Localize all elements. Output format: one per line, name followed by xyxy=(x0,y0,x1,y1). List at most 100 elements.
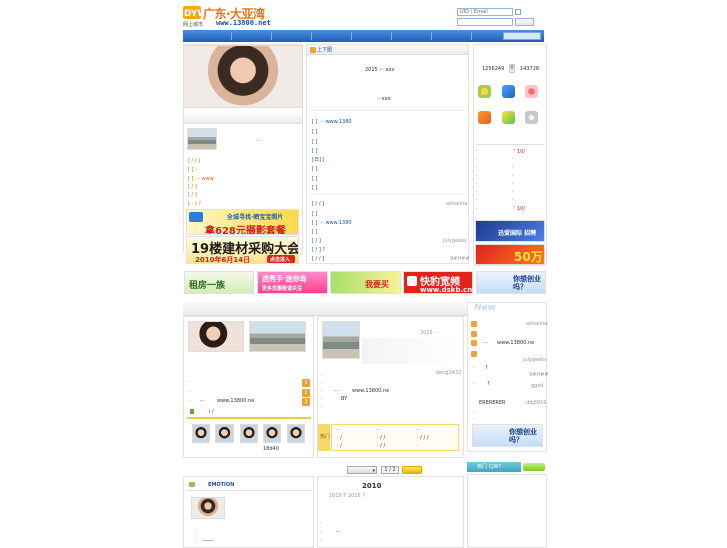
middle-list-item[interactable]: [ ] xyxy=(312,148,318,154)
pager-go-button[interactable] xyxy=(402,466,422,474)
site-logo[interactable]: DYW 广东·大亚湾 网上城市 www.13800.net xyxy=(183,5,283,29)
user-caption[interactable]: 18d40 xyxy=(263,446,279,452)
middle-list-item[interactable]: [ ] xyxy=(312,229,318,235)
middle-list-item[interactable]: [ ] xyxy=(312,176,318,182)
middle-list-item[interactable]: [ / ] ? xyxy=(312,247,325,253)
logo-subtitle: 网上城市 xyxy=(183,22,204,28)
emotion-icon xyxy=(189,482,195,487)
right-list: · ' 10/ · · · · · · · · · · · · · ' 10/ xyxy=(476,148,526,212)
middle-news-line[interactable]: 2015 ··· xxx xyxy=(365,67,395,73)
middle-list-item[interactable]: [ / ] xyxy=(312,238,321,244)
left-list-item[interactable]: [ ] ··· xyxy=(188,167,200,173)
left-list-item[interactable]: [ / ] xyxy=(188,192,197,198)
lower-right-list: adsanha ··· www.13800.ne julygeeks · ? 9… xyxy=(471,321,549,422)
middle-list-item[interactable]: [ ] xyxy=(312,166,318,172)
user-avatar[interactable] xyxy=(215,424,234,443)
middle-list-item[interactable]: [ / / ] xyxy=(312,201,324,207)
ad-banner-mini-island[interactable]: 选秀手·迷你岛 更多优惠敬请关注 xyxy=(257,271,328,294)
ad-enter-button[interactable]: 点击进入 xyxy=(267,255,295,263)
lower-middle-url[interactable]: www.13800.ne xyxy=(352,388,389,394)
middle-list-item[interactable]: [ ] ··· www.1380 xyxy=(312,220,352,226)
middle-list-user[interactable]: adsanha xyxy=(446,201,467,207)
left-list-item[interactable]: [ ] ··· www. xyxy=(188,176,215,182)
featured-photo[interactable] xyxy=(183,45,303,108)
main-nav xyxy=(183,30,493,42)
middle-list-item[interactable]: [ ] xyxy=(312,129,318,135)
middle-news-line[interactable]: ···xxx xyxy=(377,96,391,102)
lower-left-photo-2[interactable] xyxy=(249,321,306,352)
lower-middle-list: · · · ···· www.13800.ne · BY · xyxy=(321,372,390,410)
ad-banner-buy[interactable]: 我要买 xyxy=(330,271,401,294)
page-select[interactable]: ▾ xyxy=(347,466,377,474)
middle-list-item[interactable]: [ ] xyxy=(312,185,318,191)
ad-banner-startup-2[interactable]: 你想创业吗？ xyxy=(472,424,543,447)
ad-banner-date: 2010年6月14日 xyxy=(195,256,251,264)
lower-left-url[interactable]: www.13800.ne xyxy=(217,398,254,404)
lower-middle-date: 2015 ··· xyxy=(420,330,440,336)
bottom-right-panel xyxy=(467,474,547,548)
lower-right-url[interactable]: www.13800.ne xyxy=(497,340,534,346)
flower-icon[interactable] xyxy=(525,111,538,124)
gift-icon[interactable] xyxy=(478,111,491,124)
cake-icon[interactable] xyxy=(478,85,491,98)
more-button[interactable] xyxy=(523,463,545,471)
middle-list-item[interactable]: [ ] xyxy=(312,211,318,217)
logo-url: www.13800.net xyxy=(216,19,271,27)
heart-icon[interactable] xyxy=(525,85,538,98)
middle-list-item[interactable]: [日] [ xyxy=(312,157,324,163)
new-label: New xyxy=(474,303,496,313)
left-list-item[interactable]: [ / / ] xyxy=(188,158,200,164)
lower-left-photo-1[interactable] xyxy=(188,321,244,352)
ad-banner-startup[interactable]: 你想创业吗？ xyxy=(476,271,546,294)
lower-middle-photo[interactable] xyxy=(322,321,360,359)
chevron-down-icon: ▾ xyxy=(372,468,375,474)
stat-separator: 0 xyxy=(509,64,515,73)
bottom-middle-list: · · ··· · xyxy=(320,520,341,544)
year-subline: 2015 T 2015 ? xyxy=(329,493,365,499)
ad-banner-50w[interactable]: 50万 xyxy=(475,244,545,265)
user-avatar[interactable] xyxy=(287,424,305,443)
user-avatar[interactable] xyxy=(263,424,281,443)
bottom-left-list: · · —— xyxy=(195,530,213,544)
user-avatar[interactable] xyxy=(240,424,258,443)
remember-checkbox[interactable] xyxy=(515,9,521,15)
password-input[interactable] xyxy=(457,18,513,26)
left-thumb-caption: ·· xyxy=(256,138,260,144)
year-heading: 2010 xyxy=(362,482,382,490)
left-section-header xyxy=(184,114,302,124)
ad-banner-broadband[interactable]: 快豹宽频 www.dskb.cn xyxy=(403,271,473,294)
logo-badge-text: DYW xyxy=(184,9,201,19)
ribbon-icon[interactable] xyxy=(502,111,515,124)
middle-list-user[interactable]: 9#H## xyxy=(450,256,470,262)
middle-list-item[interactable]: [ / / ] xyxy=(312,256,324,262)
login-button[interactable] xyxy=(515,18,534,26)
section-tab-hot[interactable]: 热门 CJW? xyxy=(467,462,521,472)
left-thumb-photo[interactable] xyxy=(187,128,217,150)
middle-list-item[interactable]: [ ] xyxy=(312,139,318,145)
ad-banner-building-fair[interactable]: 19楼建材采购大会 2010年6月14日 点击进入 xyxy=(186,236,299,264)
left-list-item[interactable]: [ / ] xyxy=(188,184,197,190)
ad-banner-recruit[interactable]: 迅爱国际 招聘 xyxy=(475,220,545,242)
lower-left-subbar: i / xyxy=(187,409,311,419)
lower-middle-preview xyxy=(362,338,460,364)
cube-icon[interactable] xyxy=(502,85,515,98)
middle-list-user[interactable]: julygeeks xyxy=(443,238,467,244)
hot-tag: 热门 xyxy=(318,424,330,451)
emotion-photo[interactable] xyxy=(191,497,225,519)
emotion-tab[interactable]: EMOTION xyxy=(208,482,234,488)
user-avatar[interactable] xyxy=(192,424,210,443)
stat-members: 1256249 xyxy=(482,66,505,72)
middle-panel-top xyxy=(306,44,469,264)
right-list-value[interactable]: ' 10/ xyxy=(514,206,525,212)
username-input[interactable]: UID / Email xyxy=(457,8,513,16)
right-list-value[interactable]: ' 10/ xyxy=(514,149,525,155)
pager-indicator[interactable]: 1 / 2 xyxy=(381,466,399,474)
nav-search-button[interactable] xyxy=(503,32,541,40)
ad-banner-small-text: 全城寻找·晒宝宝照片 xyxy=(227,214,284,221)
ad-banner-photo-package[interactable]: 全城寻找·晒宝宝照片 拿628元摄影套餐 xyxy=(186,209,299,235)
middle-list-item[interactable]: [ ] ··· www.1380 xyxy=(312,119,352,125)
left-list-item[interactable]: [ · ] ? xyxy=(188,201,201,207)
ad-banner-big-text: 拿628元摄影套餐 xyxy=(205,226,286,235)
middle-header-label[interactable]: 上下图 xyxy=(317,47,332,53)
ad-banner-rent[interactable]: 租房一族 xyxy=(184,271,254,294)
